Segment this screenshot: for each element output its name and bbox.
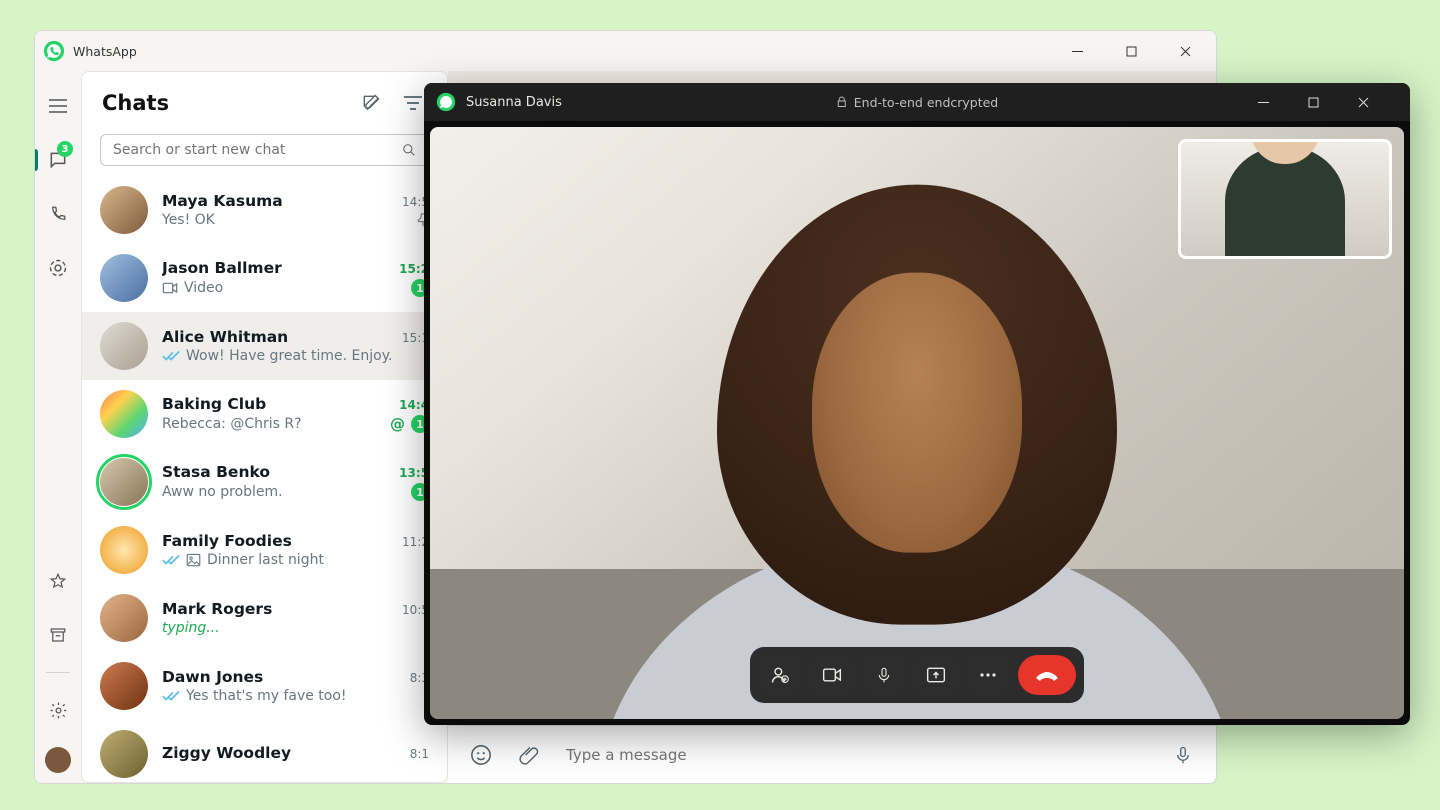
chat-item[interactable]: Jason Ballmer15:2Video1	[82, 244, 447, 312]
whatsapp-logo-icon	[43, 40, 65, 62]
self-preview[interactable]	[1178, 139, 1392, 259]
chat-item[interactable]: Alice Whitman15:1Wow! Have great time. E…	[82, 312, 447, 380]
chat-preview: Yes that's my fave too!	[186, 688, 429, 704]
app-title: WhatsApp	[73, 44, 137, 59]
search-icon	[402, 143, 416, 157]
toggle-camera-button[interactable]	[810, 655, 854, 695]
call-titlebar: Susanna Davis End-to-end endcrypted	[424, 83, 1410, 121]
nav-starred-button[interactable]	[35, 564, 81, 598]
search-input-container[interactable]	[100, 134, 429, 166]
nav-calls-button[interactable]	[35, 197, 81, 231]
chat-name: Jason Ballmer	[162, 259, 391, 277]
chat-item[interactable]: Family Foodies11:2Dinner last night	[82, 516, 447, 584]
avatar	[100, 458, 148, 506]
read-receipt-icon	[162, 554, 180, 566]
chat-name: Maya Kasuma	[162, 192, 394, 210]
chat-item[interactable]: Mark Rogers10:5typing...	[82, 584, 447, 652]
avatar	[100, 730, 148, 778]
nav-settings-button[interactable]	[35, 693, 81, 727]
chat-preview: Video	[184, 280, 405, 296]
chat-time: 8:1	[410, 747, 429, 761]
call-more-button[interactable]	[966, 655, 1010, 695]
attach-button[interactable]	[518, 744, 540, 766]
image-icon	[186, 553, 201, 567]
chat-name: Mark Rogers	[162, 600, 394, 618]
nav-profile-avatar[interactable]	[45, 747, 71, 773]
avatar	[100, 594, 148, 642]
avatar	[100, 186, 148, 234]
add-participant-button[interactable]	[758, 655, 802, 695]
chat-items: Maya Kasuma14:5Yes! OKJason Ballmer15:2V…	[82, 176, 447, 782]
chat-preview: typing...	[162, 620, 429, 636]
window-maximize-button[interactable]	[1108, 31, 1154, 71]
chat-name: Stasa Benko	[162, 463, 391, 481]
chat-name: Baking Club	[162, 395, 391, 413]
chat-item[interactable]: Dawn Jones8:3Yes that's my fave too!	[82, 652, 447, 720]
titlebar: WhatsApp	[35, 31, 1216, 71]
video-icon	[162, 282, 178, 294]
toggle-mic-button[interactable]	[862, 655, 906, 695]
lock-icon	[836, 96, 848, 108]
chat-list-heading: Chats	[102, 91, 343, 115]
remote-participant-video	[657, 177, 1177, 719]
window-minimize-button[interactable]	[1054, 31, 1100, 71]
avatar	[100, 322, 148, 370]
nav-chats-button[interactable]: 3	[35, 143, 81, 177]
chat-item[interactable]: Baking Club14:4Rebecca: @Chris R?@1	[82, 380, 447, 448]
message-input[interactable]	[566, 746, 1146, 764]
chat-item[interactable]: Ziggy Woodley 8:1	[82, 720, 447, 782]
nav-archived-button[interactable]	[35, 618, 81, 652]
nav-rail: 3	[35, 71, 81, 783]
call-video-area	[430, 127, 1404, 719]
read-receipt-icon	[162, 350, 180, 362]
chat-list-header: Chats	[82, 72, 447, 134]
avatar	[100, 254, 148, 302]
filter-button[interactable]	[399, 89, 427, 117]
call-maximize-button[interactable]	[1308, 97, 1348, 108]
call-encryption-label: End-to-end endcrypted	[836, 95, 999, 110]
video-call-window: Susanna Davis End-to-end endcrypted	[424, 83, 1410, 725]
chat-preview: Aww no problem.	[162, 484, 405, 500]
call-controls	[750, 647, 1084, 703]
call-close-button[interactable]	[1358, 97, 1398, 108]
read-receipt-icon	[162, 690, 180, 702]
avatar	[100, 662, 148, 710]
whatsapp-logo-icon	[436, 92, 456, 112]
call-minimize-button[interactable]	[1258, 97, 1298, 108]
nav-chats-badge: 3	[57, 141, 73, 157]
chat-preview: Dinner last night	[207, 552, 429, 568]
share-screen-button[interactable]	[914, 655, 958, 695]
voice-message-button[interactable]	[1172, 744, 1194, 766]
chat-name: Alice Whitman	[162, 328, 394, 346]
chat-list-panel: Chats Maya Kasuma14:5Yes! OKJason Ballme…	[81, 71, 448, 783]
search-input[interactable]	[113, 142, 392, 158]
avatar	[100, 526, 148, 574]
avatar	[100, 390, 148, 438]
chat-preview: Wow! Have great time. Enjoy.	[186, 348, 429, 364]
chat-item[interactable]: Maya Kasuma14:5Yes! OK	[82, 176, 447, 244]
chat-preview: Rebecca: @Chris R?	[162, 416, 384, 432]
new-chat-button[interactable]	[357, 89, 385, 117]
chat-name: Ziggy Woodley	[162, 744, 402, 762]
chat-preview: Yes! OK	[162, 212, 411, 228]
composer	[448, 725, 1216, 783]
call-caller-name: Susanna Davis	[466, 95, 562, 110]
chat-name: Dawn Jones	[162, 668, 402, 686]
chat-name: Family Foodies	[162, 532, 394, 550]
mention-icon: @	[390, 415, 405, 433]
window-close-button[interactable]	[1162, 31, 1208, 71]
nav-status-button[interactable]	[35, 251, 81, 285]
emoji-button[interactable]	[470, 744, 492, 766]
end-call-button[interactable]	[1018, 655, 1076, 695]
nav-menu-button[interactable]	[35, 89, 81, 123]
chat-item[interactable]: Stasa Benko13:5Aww no problem.1	[82, 448, 447, 516]
